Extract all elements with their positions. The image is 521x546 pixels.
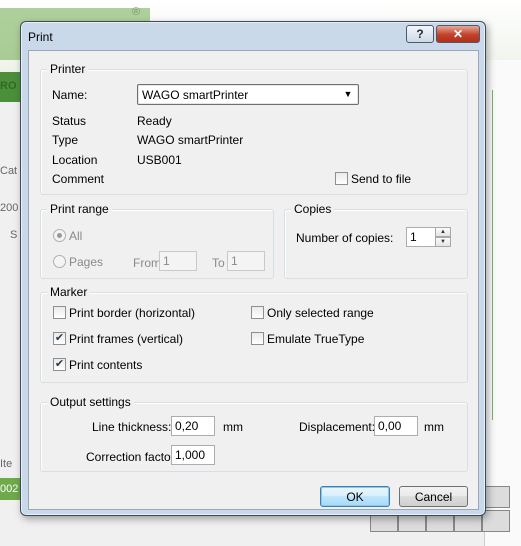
printer-name-label: Name: [52, 88, 88, 102]
from-label: From [133, 256, 161, 270]
send-to-file-checkbox[interactable] [335, 172, 348, 185]
chevron-down-icon: ▼ [343, 89, 353, 99]
emulate-truetype-label[interactable]: Emulate TrueType [267, 332, 364, 346]
pages-radio[interactable] [53, 255, 66, 268]
marker-group: Marker Print border (horizontal) ✔ Print… [40, 285, 468, 383]
help-button[interactable]: ? [406, 25, 434, 43]
bg-text-fragment: Cat [0, 165, 18, 177]
to-label: To [212, 256, 225, 270]
copies-spinner: ▲ ▼ [435, 227, 451, 247]
printer-status-label: Status [52, 114, 87, 128]
all-label[interactable]: All [69, 229, 82, 243]
printer-name-select[interactable]: WAGO smartPrinter ▼ [137, 84, 359, 105]
cancel-button[interactable]: Cancel [399, 486, 468, 507]
printer-location-label: Location [52, 153, 98, 167]
only-selected-range-checkbox[interactable] [251, 306, 264, 319]
dialog-titlebar[interactable]: Print ? ✕ [21, 22, 485, 50]
print-frames-label[interactable]: Print frames (vertical) [69, 332, 183, 346]
printer-legend: Printer [47, 62, 89, 76]
print-frames-checkbox[interactable]: ✔ [53, 332, 66, 345]
dialog-body: Printer Name: WAGO smartPrinter ▼ Status… [28, 50, 479, 510]
copies-legend: Copies [291, 202, 335, 216]
ok-button[interactable]: OK [320, 486, 390, 507]
number-of-copies-label: Number of copies: [296, 231, 394, 245]
all-radio[interactable] [53, 229, 66, 242]
displacement-label: Displacement: [299, 420, 376, 434]
line-thickness-input[interactable]: 0,20 [171, 416, 215, 436]
printer-type-label: Type [52, 133, 79, 147]
bg-right-line [492, 90, 493, 420]
spin-down-icon[interactable]: ▼ [435, 237, 451, 247]
line-thickness-unit: mm [223, 420, 243, 434]
bg-text-fragment: 200 [0, 202, 19, 214]
bg-text-fragment: 002 [0, 483, 19, 495]
printer-status-value: Ready [137, 114, 172, 128]
to-input[interactable]: 1 [227, 251, 265, 271]
terminal-block [482, 486, 510, 508]
send-to-file-label[interactable]: Send to file [351, 172, 411, 186]
close-button[interactable]: ✕ [436, 25, 480, 43]
output-settings-legend: Output settings [47, 395, 134, 409]
close-icon: ✕ [452, 27, 464, 41]
checkmark-icon: ✔ [54, 358, 65, 370]
print-contents-label[interactable]: Print contents [69, 358, 142, 372]
correction-factor-input[interactable]: 1,000 [171, 445, 215, 465]
from-input[interactable]: 1 [159, 251, 197, 271]
printer-group: Printer Name: WAGO smartPrinter ▼ Status… [40, 62, 468, 195]
line-thickness-label: Line thickness: [92, 420, 172, 434]
print-border-checkbox[interactable] [53, 306, 66, 319]
bg-text-fragment: RO [0, 80, 17, 92]
print-contents-checkbox[interactable]: ✔ [53, 358, 66, 371]
printer-location-value: USB001 [137, 153, 182, 167]
printer-name-value: WAGO smartPrinter [142, 88, 249, 102]
output-settings-group: Output settings Line thickness: 0,20 mm … [40, 395, 468, 472]
displacement-input[interactable]: 0,00 [374, 416, 418, 436]
spin-up-icon[interactable]: ▲ [435, 227, 451, 237]
only-selected-range-label[interactable]: Only selected range [267, 306, 374, 320]
printer-type-value: WAGO smartPrinter [137, 133, 244, 147]
print-dialog: Print ? ✕ Printer Name: WAGO smartPrinte… [20, 21, 486, 516]
printer-comment-label: Comment [52, 172, 105, 186]
registered-mark: ® [132, 6, 141, 18]
emulate-truetype-checkbox[interactable] [251, 332, 264, 345]
pages-label[interactable]: Pages [69, 255, 103, 269]
print-range-legend: Print range [47, 202, 112, 216]
checkmark-icon: ✔ [54, 332, 65, 344]
print-range-group: Print range All Pages From 1 To 1 [40, 202, 274, 279]
correction-factor-label: Correction factor: [86, 450, 179, 464]
print-border-label[interactable]: Print border (horizontal) [69, 306, 195, 320]
dialog-title: Print [28, 30, 53, 44]
displacement-unit: mm [424, 420, 444, 434]
copies-group: Copies Number of copies: 1 ▲ ▼ [284, 202, 468, 279]
help-icon: ? [416, 27, 424, 41]
bg-text-fragment: Ite [0, 458, 13, 470]
marker-legend: Marker [47, 285, 91, 299]
terminal-block [482, 510, 510, 532]
bg-text-fragment: S [10, 229, 18, 241]
number-of-copies-input[interactable]: 1 [406, 227, 436, 247]
